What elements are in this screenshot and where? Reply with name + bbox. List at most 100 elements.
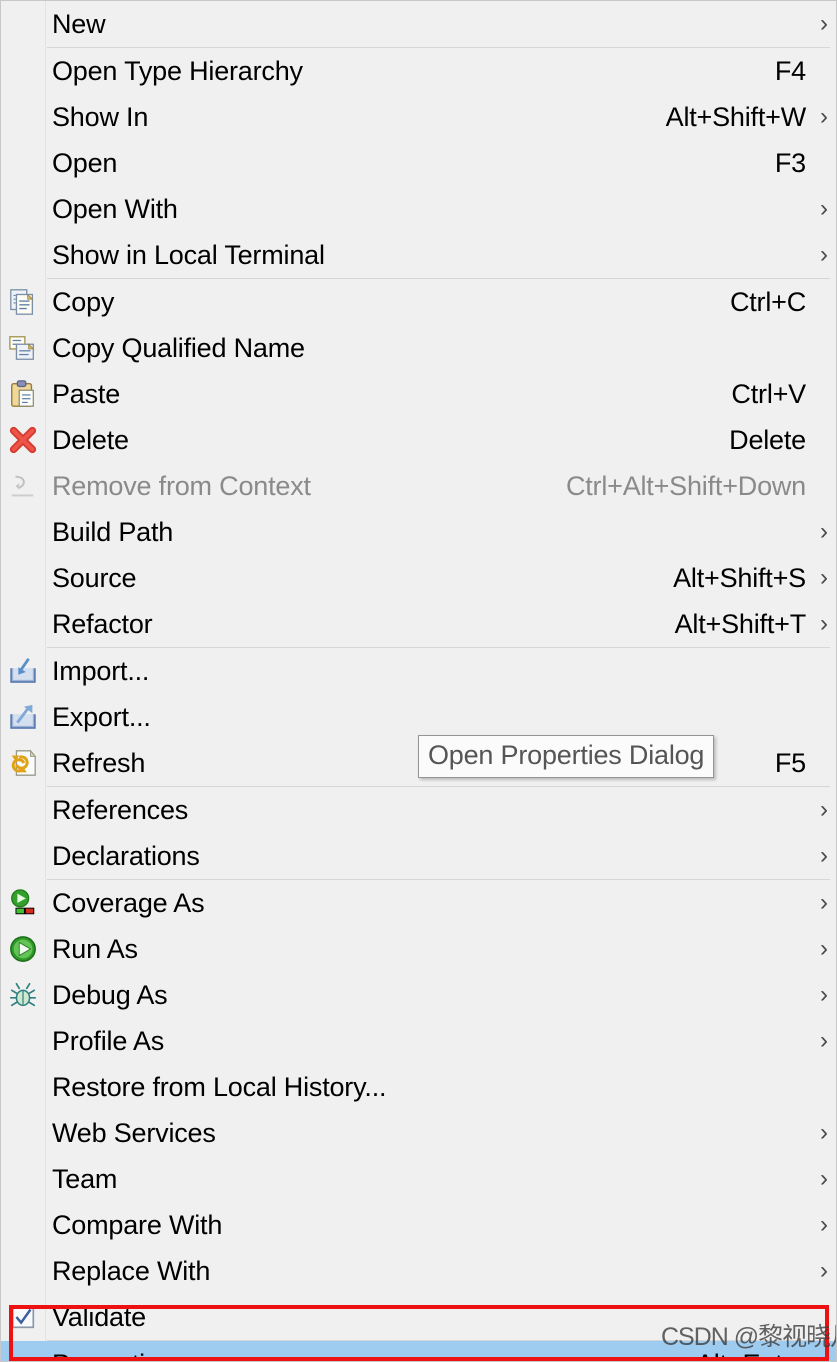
menu-item-source[interactable]: Source Alt+Shift+S ›: [1, 555, 836, 601]
menu-item-references[interactable]: References ›: [1, 787, 836, 833]
open-properties-dialog-tooltip: Open Properties Dialog: [418, 735, 715, 778]
submenu-chevron-right-icon: ›: [820, 195, 828, 222]
menu-item-debug-as[interactable]: Debug As ›: [1, 972, 836, 1018]
context-menu: New›Open Type HierarchyF4› Show In Alt+Shi…: [0, 0, 837, 1362]
menu-item-shortcut: F4: [774, 55, 806, 86]
menu-item-label: Replace With: [52, 1255, 211, 1286]
menu-item-icon-empty: [1, 48, 45, 94]
menu-item-refactor[interactable]: Refactor Alt+Shift+T ›: [1, 601, 836, 647]
submenu-chevron-placeholder: ›: [812, 428, 836, 452]
menu-item-web-services[interactable]: Web Services ›: [1, 1110, 836, 1156]
submenu-chevron-right-icon: ›: [820, 241, 828, 268]
menu-item-icon-empty: [1, 833, 45, 879]
menu-item-import[interactable]: Import... ›: [1, 648, 836, 694]
menu-item-icon-empty: [1, 509, 45, 555]
menu-item-label: Refresh: [52, 747, 146, 778]
menu-item-shortcut: Delete: [729, 424, 806, 455]
menu-item-label: Build Path: [52, 516, 174, 547]
menu-item-icon-empty: [1, 1156, 45, 1202]
menu-item-label: Refactor: [52, 608, 153, 639]
menu-item-label: Declarations: [52, 840, 200, 871]
menu-item-label: Open: [52, 147, 118, 178]
menu-item-shortcut: Alt+Shift+T: [674, 608, 807, 639]
menu-item-label: Restore from Local History...: [52, 1071, 387, 1102]
menu-item-shortcut: Alt+Shift+W: [665, 101, 807, 132]
menu-item-icon-empty: [1, 1110, 45, 1156]
menu-item-compare-with[interactable]: Compare With ›: [1, 1202, 836, 1248]
run-as-icon: [1, 926, 45, 972]
menu-item-shortcut: Ctrl+C: [729, 286, 806, 317]
submenu-chevron-placeholder: ›: [812, 751, 836, 775]
menu-item-label: Open With: [52, 193, 178, 224]
submenu-chevron-placeholder: ›: [812, 1352, 836, 1361]
menu-item-restore-from-local-history[interactable]: Restore from Local History... ›: [1, 1064, 836, 1110]
menu-item-label: Export...: [52, 701, 151, 732]
menu-item-shortcut: Ctrl+V: [731, 378, 806, 409]
menu-item-new[interactable]: New ›: [1, 1, 836, 47]
remove-from-context-icon: [1, 463, 45, 509]
menu-item-label: Import...: [52, 655, 150, 686]
menu-item-delete[interactable]: DeleteDelete›: [1, 417, 836, 463]
menu-item-open[interactable]: Open F3›: [1, 140, 836, 186]
menu-item-remove-from-context: Remove from Context Ctrl+Alt+Shift+Down›: [1, 463, 836, 509]
copy-qualified-name-icon: [1, 325, 45, 371]
menu-item-icon-empty: [1, 555, 45, 601]
menu-item-show-in-local-terminal[interactable]: Show in Local Terminal ›: [1, 232, 836, 278]
menu-item-icon-empty: [1, 1341, 45, 1361]
paste-icon: [1, 371, 45, 417]
submenu-chevron-placeholder: ›: [812, 336, 836, 360]
menu-item-icon-empty: [1, 787, 45, 833]
copy-icon: [1, 279, 45, 325]
menu-item-icon-empty: [1, 601, 45, 647]
menu-item-icon-empty: [1, 1064, 45, 1110]
menu-item-copy[interactable]: Copy Ctrl+C›: [1, 279, 836, 325]
submenu-chevron-right-icon: ›: [820, 1257, 828, 1284]
submenu-chevron-placeholder: ›: [812, 474, 836, 498]
menu-item-build-path[interactable]: Build Path ›: [1, 509, 836, 555]
menu-item-profile-as[interactable]: Profile As ›: [1, 1018, 836, 1064]
menu-item-show-in[interactable]: Show In Alt+Shift+W ›: [1, 94, 836, 140]
submenu-chevron-placeholder: ›: [812, 151, 836, 175]
submenu-chevron-placeholder: ›: [812, 59, 836, 83]
menu-item-icon-empty: [1, 232, 45, 278]
submenu-chevron-placeholder: ›: [812, 382, 836, 406]
menu-item-icon-empty: [1, 140, 45, 186]
submenu-chevron-right-icon: ›: [820, 610, 828, 637]
menu-item-export[interactable]: Export... ›: [1, 694, 836, 740]
menu-item-label: Show In: [52, 101, 149, 132]
menu-item-label: Show in Local Terminal: [52, 239, 325, 270]
menu-item-icon-empty: [1, 1248, 45, 1294]
export-icon: [1, 694, 45, 740]
menu-item-label: Debug As: [52, 979, 168, 1010]
menu-item-label: Compare With: [52, 1209, 223, 1240]
menu-item-replace-with[interactable]: Replace With ›: [1, 1248, 836, 1294]
submenu-chevron-placeholder: ›: [812, 705, 836, 729]
refresh-icon: [1, 740, 45, 786]
menu-item-label: References: [52, 794, 189, 825]
submenu-chevron-right-icon: ›: [820, 842, 828, 869]
menu-item-label: Source: [52, 562, 137, 593]
menu-item-label: Remove from Context: [52, 470, 311, 501]
menu-item-label: Properties: [45, 1349, 173, 1362]
menu-item-team[interactable]: Team ›: [1, 1156, 836, 1202]
menu-item-run-as[interactable]: Run As ›: [1, 926, 836, 972]
debug-as-icon: [1, 972, 45, 1018]
tooltip-text: Open Properties Dialog: [428, 740, 705, 770]
csdn-watermark: CSDN @黎视晓月: [661, 1323, 837, 1351]
submenu-chevron-placeholder: ›: [812, 659, 836, 683]
menu-item-label: Validate: [52, 1301, 146, 1332]
menu-item-paste[interactable]: Paste Ctrl+V›: [1, 371, 836, 417]
menu-item-icon-empty: [1, 1202, 45, 1248]
submenu-chevron-right-icon: ›: [820, 1165, 828, 1192]
menu-item-open-type-hierarchy[interactable]: Open Type Hierarchy F4›: [1, 48, 836, 94]
menu-item-label: Web Services: [52, 1117, 216, 1148]
menu-item-icon-empty: [1, 94, 45, 140]
validate-checkbox-icon: [1, 1294, 45, 1340]
menu-item-coverage-as[interactable]: Coverage As ›: [1, 880, 836, 926]
submenu-chevron-right-icon: ›: [820, 1119, 828, 1146]
submenu-chevron-right-icon: ›: [820, 935, 828, 962]
menu-item-label: Profile As: [52, 1025, 165, 1056]
menu-item-declarations[interactable]: Declarations ›: [1, 833, 836, 879]
menu-item-copy-qualified-name[interactable]: Copy Qualified Name ›: [1, 325, 836, 371]
menu-item-open-with[interactable]: Open With ›: [1, 186, 836, 232]
